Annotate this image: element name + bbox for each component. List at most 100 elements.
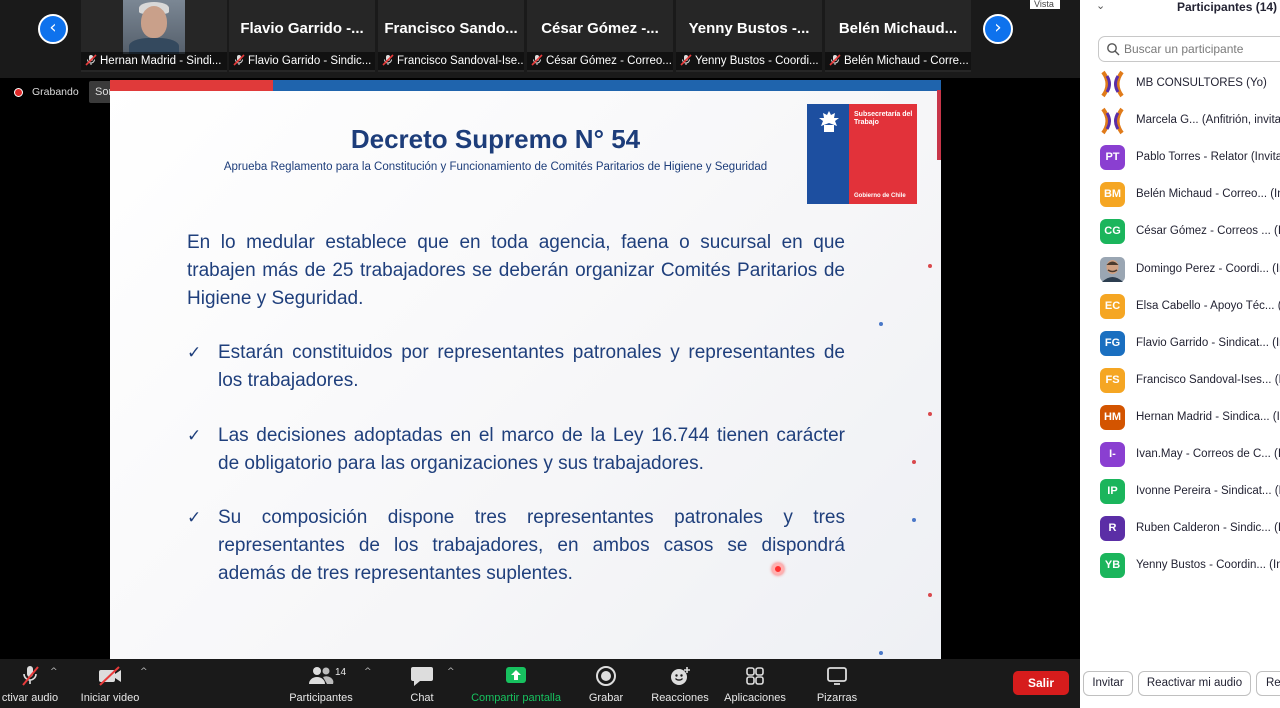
video-tile[interactable]: Flavio Garrido -... Flavio Garrido - Sin… <box>229 0 375 72</box>
decorative-dot <box>879 322 883 326</box>
decorative-dot <box>912 460 916 464</box>
meeting-toolbar: ctivar audio ^ Iniciar video ^ Participa… <box>0 659 1080 708</box>
avatar-photo <box>1100 256 1125 282</box>
participant-name: Hernan Madrid - Sindica... (In <box>1136 410 1280 423</box>
mb-consultores-avatar <box>1100 70 1125 98</box>
video-tile[interactable]: Francisco Sando... Francisco Sandoval-Is… <box>378 0 524 72</box>
audio-options-chevron-icon[interactable]: ^ <box>50 667 58 677</box>
participant-display-name: Belén Michaud... <box>838 20 958 37</box>
participant-row[interactable]: YB Yenny Bustos - Coordin... (In <box>1080 548 1280 585</box>
apps-label: Aplicaciones <box>724 692 786 704</box>
participant-row[interactable]: IP Ivonne Pereira - Sindicat... (In <box>1080 474 1280 511</box>
participant-name: Francisco Sandoval-Ises... (In <box>1136 373 1280 386</box>
chat-options-chevron-icon[interactable]: ^ <box>447 667 455 677</box>
share-screen-label: Compartir pantalla <box>471 692 561 704</box>
leave-meeting-button[interactable]: Salir <box>1013 671 1069 695</box>
participant-display-name: César Gómez -... <box>541 20 659 37</box>
recording-label: Grabando <box>32 86 79 98</box>
avatar-initials: BM <box>1100 182 1125 208</box>
participants-button[interactable]: Participantes <box>285 659 357 708</box>
participant-name: Yenny Bustos - Coordin... (In <box>1136 559 1280 572</box>
more-button[interactable]: Re <box>1256 671 1280 696</box>
logo-subsecretaria-text: Subsecretaría del Trabajo <box>854 111 913 126</box>
participant-name: Pablo Torres - Relator (Invitad <box>1136 151 1280 164</box>
participant-row[interactable]: I- Ivan.May - Correos de C... (In <box>1080 437 1280 474</box>
gobierno-de-chile-logo: Subsecretaría del Trabajo Gobierno de Ch… <box>807 104 917 204</box>
video-gallery-strip: ‹ Hernan Madrid - Sindi... Flavio Garrid… <box>0 0 1080 78</box>
chat-label: Chat <box>410 692 434 704</box>
muted-mic-icon <box>85 54 97 66</box>
decorative-dot <box>912 518 916 522</box>
participant-search[interactable] <box>1098 36 1280 62</box>
whiteboards-label: Pizarras <box>816 692 858 704</box>
recording-icon <box>14 88 23 97</box>
collapse-chevron-icon[interactable]: ⌄ <box>1096 0 1105 12</box>
video-options-chevron-icon[interactable]: ^ <box>140 667 148 677</box>
participant-display-name: Flavio Garrido -... <box>240 20 364 37</box>
avatar-initials: R <box>1100 516 1125 542</box>
participant-name: Marcela G... (Anfitrión, invitad <box>1136 114 1280 127</box>
participant-name-label: Francisco Sandoval-Ise... <box>397 55 524 67</box>
participant-row[interactable]: FG Flavio Garrido - Sindicat... (In <box>1080 326 1280 363</box>
participant-row[interactable]: CG César Gómez - Correos ... (In <box>1080 214 1280 251</box>
avatar-initials: FG <box>1100 330 1125 356</box>
zoom-meeting-window: ‹ Hernan Madrid - Sindi... Flavio Garrid… <box>0 0 1280 708</box>
avatar-initials: HM <box>1100 404 1125 430</box>
video-tile[interactable]: Yenny Bustos -... Yenny Bustos - Coordi.… <box>676 0 822 72</box>
chat-button[interactable]: Chat <box>400 659 444 708</box>
shared-screen-slide: Decreto Supremo N° 54 Aprueba Reglamento… <box>110 80 941 659</box>
participant-row[interactable]: Marcela G... (Anfitrión, invitad <box>1080 103 1280 140</box>
record-button[interactable]: Grabar <box>584 659 628 708</box>
participants-label: Participantes <box>289 692 353 704</box>
whiteboard-icon <box>827 667 847 685</box>
avatar-initials: CG <box>1100 219 1125 245</box>
slide-bullet-text: Estarán constituidos por representantes … <box>218 342 845 391</box>
apps-button[interactable]: Aplicaciones <box>720 659 790 708</box>
tile-label: Yenny Bustos - Coordi... <box>676 52 822 70</box>
participants-count: 14 <box>335 667 347 678</box>
participant-row[interactable]: Domingo Perez - Coordi... (In <box>1080 252 1280 289</box>
reactions-button[interactable]: Reacciones <box>648 659 712 708</box>
participant-name-label: César Gómez - Correo... <box>546 55 672 67</box>
previous-page-button[interactable]: ‹ <box>38 14 68 44</box>
participant-row[interactable]: BM Belén Michaud - Correo... (In <box>1080 177 1280 214</box>
slide-subtitle: Aprueba Reglamento para la Constitución … <box>223 161 768 173</box>
participant-row[interactable]: PT Pablo Torres - Relator (Invitad <box>1080 140 1280 177</box>
reactions-label: Reacciones <box>651 692 709 704</box>
next-page-button[interactable]: › <box>983 14 1013 44</box>
checkmark-icon: ✓ <box>187 426 202 446</box>
participant-name: MB CONSULTORES (Yo) <box>1136 77 1267 89</box>
slide-bullet-text: Su composición dispone tres representant… <box>218 507 845 584</box>
start-video-button[interactable]: Iniciar video <box>78 659 142 708</box>
participants-panel-footer: Invitar Reactivar mi audio Re <box>1080 671 1280 697</box>
avatar-initials: FS <box>1100 367 1125 393</box>
muted-mic-icon <box>22 666 39 686</box>
video-tile[interactable]: César Gómez -... César Gómez - Correo... <box>527 0 673 72</box>
participant-row[interactable]: MB CONSULTORES (Yo) <box>1080 66 1280 103</box>
checkmark-icon: ✓ <box>187 343 202 363</box>
invite-button[interactable]: Invitar <box>1083 671 1133 696</box>
participant-row[interactable]: R Ruben Calderon - Sindic... (In <box>1080 511 1280 548</box>
chevron-right-icon: › <box>994 17 1002 38</box>
decorative-dot <box>928 264 932 268</box>
muted-mic-icon <box>680 54 692 66</box>
search-input[interactable] <box>1124 41 1280 57</box>
participant-name: Domingo Perez - Coordi... (In <box>1136 262 1280 275</box>
video-tile[interactable]: Belén Michaud... Belén Michaud - Corre..… <box>825 0 971 72</box>
participant-row[interactable]: FS Francisco Sandoval-Ises... (In <box>1080 363 1280 400</box>
participant-video-image <box>123 0 185 54</box>
share-screen-button[interactable]: Compartir pantalla <box>466 659 566 708</box>
participant-name-label: Yenny Bustos - Coordi... <box>695 55 819 67</box>
video-tile[interactable]: Hernan Madrid - Sindi... <box>81 0 227 72</box>
unmute-me-button[interactable]: Reactivar mi audio <box>1138 671 1251 696</box>
participant-row[interactable]: HM Hernan Madrid - Sindica... (In <box>1080 400 1280 437</box>
participant-name: Ruben Calderon - Sindic... (In <box>1136 522 1280 535</box>
participant-name: Elsa Cabello - Apoyo Téc... (In <box>1136 299 1280 312</box>
view-button[interactable]: Vista <box>1030 0 1060 9</box>
video-label: Iniciar video <box>80 692 140 704</box>
whiteboards-button[interactable]: Pizarras <box>812 659 862 708</box>
avatar-initials: YB <box>1100 553 1125 579</box>
apps-icon <box>746 667 764 685</box>
participants-options-chevron-icon[interactable]: ^ <box>364 667 372 677</box>
participant-row[interactable]: EC Elsa Cabello - Apoyo Téc... (In <box>1080 289 1280 326</box>
